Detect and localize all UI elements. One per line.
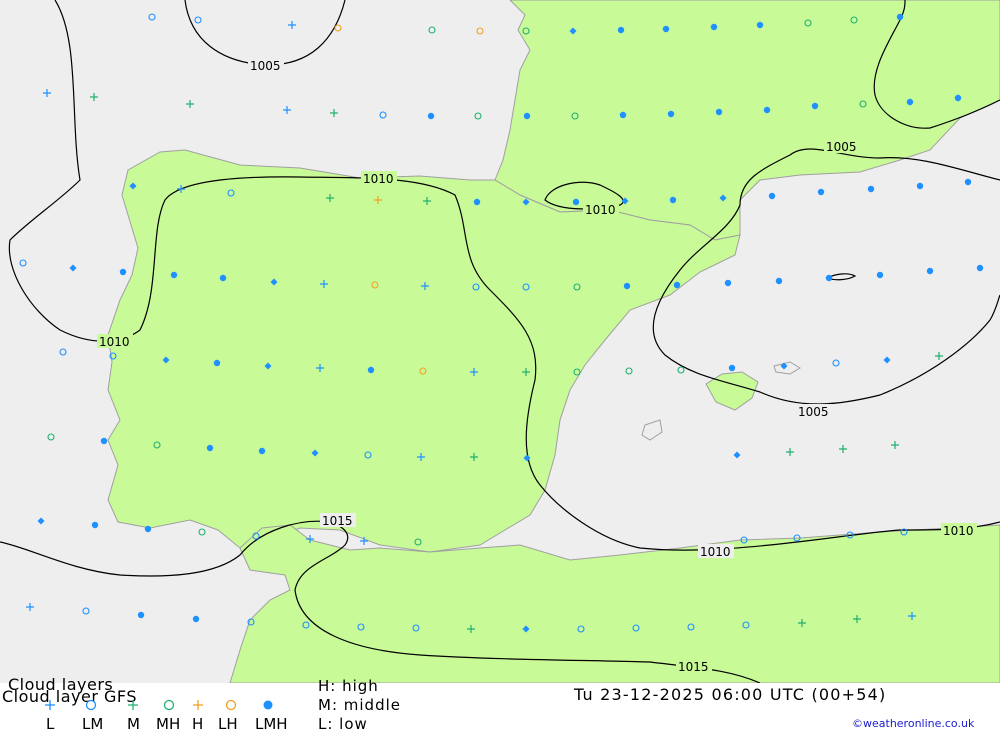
forecast-datetime: Tu 23-12-2025 06:00 UTC (00+54) [574,685,887,704]
isobar-label: 1005 [826,140,857,154]
cloud-symbol-lmh [572,198,580,206]
cloud-symbol-lmh [976,264,984,272]
isobar-label: 1010 [585,203,616,217]
isobar-label: 1010 [700,545,731,559]
cloud-symbol-lmh [367,366,375,374]
cloud-symbol-lmh [673,281,681,289]
cloud-symbol-lmh [100,437,108,445]
cloud-symbol-lmh [192,615,200,623]
legend-label-lmh: LMH [255,715,288,733]
legend-label-h: H [192,715,204,733]
cloud-symbol-lmh [119,268,127,276]
isobar-label: 1010 [99,335,130,349]
copyright-link[interactable]: ©weatheronline.co.uk [852,717,974,730]
legend-symbol-lh [225,699,237,711]
weather-map: 1005 1010 1010 1010 1005 1005 1015 1010 … [0,0,1000,683]
cloud-symbol-lmh [662,25,670,33]
cloud-symbol-lmh [91,521,99,529]
cloud-symbol-lmh [768,192,776,200]
cloud-symbol-lmh [775,277,783,285]
isobar-label: 1005 [250,59,281,73]
cloud-symbol-lmh [669,196,677,204]
map-subtitle: Cloud layer GFS [2,687,137,706]
cloud-symbol-lmh [170,271,178,279]
cloud-symbol-lmh [258,447,266,455]
cloud-symbol-lmh [427,112,435,120]
legend-code-middle: M: middle [318,696,401,714]
cloud-symbol-lmh [724,279,732,287]
legend-code-low: L: low [318,715,368,733]
legend-symbol-h [193,700,203,710]
cloud-symbol-lmh [811,102,819,110]
cloud-symbol-lmh [715,108,723,116]
cloud-symbol-lmh [137,611,145,619]
cloud-symbol-lmh [728,364,736,372]
cloud-symbol-lmh [964,178,972,186]
cloud-symbol-lmh [617,26,625,34]
legend-symbol-l [45,700,55,710]
isobar-label: 1005 [798,405,829,419]
cloud-symbol-lmh [906,98,914,106]
cloud-symbol-lmh [473,198,481,206]
cloud-symbol-lmh [206,444,214,452]
legend-label-m: M [127,715,140,733]
isobar-label: 1015 [322,514,353,528]
cloud-symbol-lmh [825,274,833,282]
legend-symbol-m [128,700,138,710]
legend-label-lm: LM [82,715,104,733]
isobar-label: 1010 [943,524,974,538]
cloud-symbol-lmh [817,188,825,196]
cloud-symbol-lmh [916,182,924,190]
cloud-symbol-lmh [213,359,221,367]
cloud-symbol-lmh [710,23,718,31]
legend-symbol-mh [163,699,175,711]
cloud-symbol-lmh [867,185,875,193]
isobar-label: 1010 [363,172,394,186]
cloud-symbol-lmh [623,282,631,290]
cloud-symbol-lmh [523,112,531,120]
cloud-symbol-lmh [876,271,884,279]
isobar-label: 1015 [678,660,709,674]
cloud-symbol-lmh [667,110,675,118]
cloud-symbol-lmh [144,525,152,533]
cloud-symbol-lmh [763,106,771,114]
cloud-symbol-lmh [219,274,227,282]
cloud-symbol-lmh [926,267,934,275]
legend-symbol-lm [85,699,97,711]
legend-label-l: L [46,715,55,733]
cloud-symbol-lmh [756,21,764,29]
cloud-symbol-lmh [619,111,627,119]
cloud-symbol-lmh [896,13,904,21]
cloud-symbol-lmh [954,94,962,102]
legend-code-high: H: high [318,677,379,695]
legend-symbol-lmh [263,700,273,710]
legend-label-lh: LH [218,715,238,733]
legend-label-mh: MH [156,715,181,733]
